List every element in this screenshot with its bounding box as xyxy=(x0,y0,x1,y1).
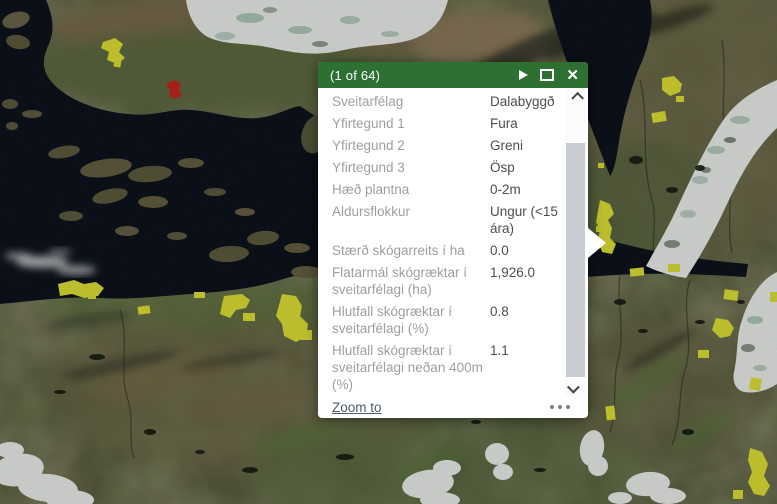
more-options-button[interactable] xyxy=(548,401,572,413)
attribute-row: Hæð plantna 0-2m xyxy=(332,181,558,198)
field-value: 0.0 xyxy=(490,242,558,259)
maximize-button[interactable] xyxy=(540,65,554,85)
scroll-up-button[interactable] xyxy=(565,90,586,105)
scroll-down-button[interactable] xyxy=(565,379,586,394)
attribute-row: Hlutfall skógræktar í sveitarfélagi neða… xyxy=(332,342,558,393)
field-label: Yfirtegund 1 xyxy=(332,115,490,132)
field-value: Ungur (<15 ára) xyxy=(490,203,558,237)
chevron-down-icon xyxy=(567,381,580,394)
field-label: Flatarmál skógræktar í sveitarfélagi (ha… xyxy=(332,264,490,298)
field-value: 1,926.0 xyxy=(490,264,558,298)
field-label: Hlutfall skógræktar í sveitarfélagi (%) xyxy=(332,303,490,337)
ellipsis-dot xyxy=(566,405,570,409)
field-label: Hæð plantna xyxy=(332,181,490,198)
field-label: Yfirtegund 2 xyxy=(332,137,490,154)
popup-scrollbar[interactable] xyxy=(565,88,586,396)
field-value: 1.1 xyxy=(490,342,558,393)
field-label: Sveitarfélag xyxy=(332,93,490,110)
field-value: Fura xyxy=(490,115,558,132)
next-feature-button[interactable] xyxy=(519,65,528,85)
zoom-to-link[interactable]: Zoom to xyxy=(332,400,382,415)
ellipsis-dot xyxy=(550,405,554,409)
popup-pagination: (1 of 64) xyxy=(330,68,507,83)
field-label: Yfirtegund 3 xyxy=(332,159,490,176)
map-viewer: (1 of 64) ✕ Sveitarfélag Dalabyggð Yfirt… xyxy=(0,0,777,504)
attribute-row: Hlutfall skógræktar í sveitarfélagi (%) … xyxy=(332,303,558,337)
field-value: Greni xyxy=(490,137,558,154)
field-value: Ösp xyxy=(490,159,558,176)
attribute-row: Aldursflokkur Ungur (<15 ára) xyxy=(332,203,558,237)
play-triangle-icon xyxy=(519,70,528,80)
attribute-row: Yfirtegund 2 Greni xyxy=(332,137,558,154)
field-label: Hlutfall skógræktar í sveitarfélagi neða… xyxy=(332,342,490,393)
field-value: 0-2m xyxy=(490,181,558,198)
close-button[interactable]: ✕ xyxy=(566,65,579,85)
popup-footer: Zoom to xyxy=(332,396,572,418)
attribute-row: Yfirtegund 3 Ösp xyxy=(332,159,558,176)
ellipsis-dot xyxy=(558,405,562,409)
close-icon: ✕ xyxy=(566,68,579,83)
chevron-up-icon xyxy=(571,92,584,105)
popup-body: Sveitarfélag Dalabyggð Yfirtegund 1 Fura… xyxy=(318,88,588,396)
feature-popup: (1 of 64) ✕ Sveitarfélag Dalabyggð Yfirt… xyxy=(318,62,588,418)
scrollbar-thumb[interactable] xyxy=(566,143,585,377)
attribute-row: Flatarmál skógræktar í sveitarfélagi (ha… xyxy=(332,264,558,298)
popup-anchor-arrow xyxy=(588,228,606,258)
field-label: Stærð skógarreits í ha xyxy=(332,242,490,259)
popup-header: (1 of 64) ✕ xyxy=(318,62,588,88)
field-value: Dalabyggð xyxy=(490,93,558,110)
attribute-row: Stærð skógarreits í ha 0.0 xyxy=(332,242,558,259)
attribute-row: Sveitarfélag Dalabyggð xyxy=(332,93,558,110)
field-value: 0.8 xyxy=(490,303,558,337)
attribute-row: Yfirtegund 1 Fura xyxy=(332,115,558,132)
attribute-table: Sveitarfélag Dalabyggð Yfirtegund 1 Fura… xyxy=(332,93,558,396)
field-label: Aldursflokkur xyxy=(332,203,490,237)
maximize-icon xyxy=(540,69,554,81)
